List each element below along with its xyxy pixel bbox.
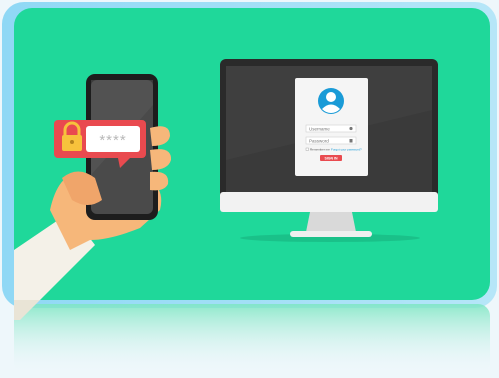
forgot-password-link[interactable]: Forgot your password?: [331, 148, 362, 152]
username-person-icon: [349, 126, 353, 131]
monitor-neck: [306, 212, 356, 232]
remember-me-checkbox[interactable]: [305, 147, 309, 151]
password-lock-icon: [349, 139, 353, 143]
sign-in-button-label: SIGN IN: [324, 157, 338, 161]
username-placeholder: Username: [309, 127, 330, 132]
desktop-monitor: Username Password Remember me Forgot you…: [220, 59, 438, 237]
remember-me-label: Remember me: [310, 148, 330, 152]
password-placeholder: Password: [309, 139, 329, 144]
illustration-frame: Username Password Remember me Forgot you…: [0, 0, 499, 378]
monitor-base: [290, 231, 372, 237]
monitor-chin: [220, 192, 438, 212]
login-card: Username Password Remember me Forgot you…: [295, 78, 368, 176]
scene-reflection: [14, 304, 490, 374]
user-avatar-icon: [318, 88, 344, 114]
pin-mask-text: ****: [99, 132, 126, 149]
two-factor-auth-illustration: Username Password Remember me Forgot you…: [2, 2, 497, 374]
